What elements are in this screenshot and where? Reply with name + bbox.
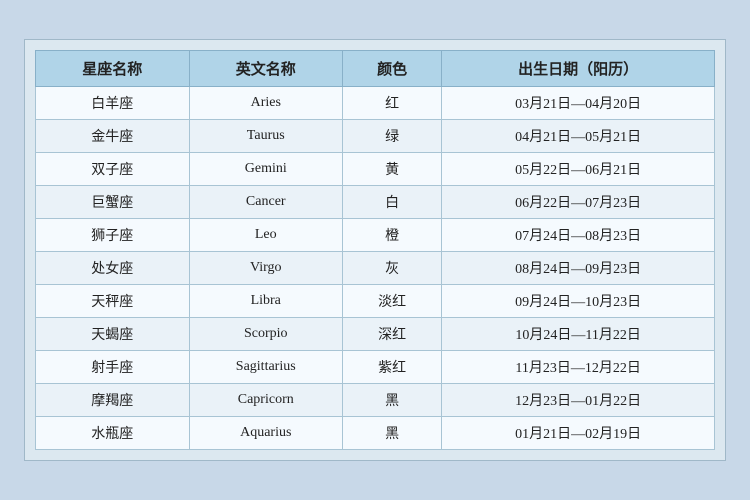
cell-chinese-name: 巨蟹座 <box>36 186 190 219</box>
cell-chinese-name: 射手座 <box>36 351 190 384</box>
table-row: 摩羯座Capricorn黑12月23日—01月22日 <box>36 384 715 417</box>
cell-dates: 10月24日—11月22日 <box>442 318 715 351</box>
cell-english-name: Virgo <box>189 252 343 285</box>
cell-dates: 06月22日—07月23日 <box>442 186 715 219</box>
table-row: 天秤座Libra淡红09月24日—10月23日 <box>36 285 715 318</box>
cell-dates: 09月24日—10月23日 <box>442 285 715 318</box>
cell-english-name: Capricorn <box>189 384 343 417</box>
cell-color: 橙 <box>343 219 442 252</box>
table-row: 射手座Sagittarius紫红11月23日—12月22日 <box>36 351 715 384</box>
cell-dates: 11月23日—12月22日 <box>442 351 715 384</box>
table-body: 白羊座Aries红03月21日—04月20日金牛座Taurus绿04月21日—0… <box>36 87 715 450</box>
cell-color: 紫红 <box>343 351 442 384</box>
cell-color: 红 <box>343 87 442 120</box>
cell-english-name: Sagittarius <box>189 351 343 384</box>
cell-color: 绿 <box>343 120 442 153</box>
cell-dates: 04月21日—05月21日 <box>442 120 715 153</box>
zodiac-table-container: 星座名称 英文名称 颜色 出生日期（阳历） 白羊座Aries红03月21日—04… <box>24 39 726 461</box>
cell-dates: 03月21日—04月20日 <box>442 87 715 120</box>
cell-english-name: Aries <box>189 87 343 120</box>
table-header-row: 星座名称 英文名称 颜色 出生日期（阳历） <box>36 51 715 87</box>
table-row: 处女座Virgo灰08月24日—09月23日 <box>36 252 715 285</box>
cell-chinese-name: 狮子座 <box>36 219 190 252</box>
cell-english-name: Taurus <box>189 120 343 153</box>
table-row: 金牛座Taurus绿04月21日—05月21日 <box>36 120 715 153</box>
cell-dates: 01月21日—02月19日 <box>442 417 715 450</box>
cell-chinese-name: 水瓶座 <box>36 417 190 450</box>
cell-english-name: Cancer <box>189 186 343 219</box>
cell-color: 白 <box>343 186 442 219</box>
table-row: 水瓶座Aquarius黑01月21日—02月19日 <box>36 417 715 450</box>
cell-english-name: Libra <box>189 285 343 318</box>
cell-chinese-name: 处女座 <box>36 252 190 285</box>
cell-dates: 08月24日—09月23日 <box>442 252 715 285</box>
table-row: 双子座Gemini黄05月22日—06月21日 <box>36 153 715 186</box>
header-chinese-name: 星座名称 <box>36 51 190 87</box>
cell-color: 灰 <box>343 252 442 285</box>
cell-color: 深红 <box>343 318 442 351</box>
table-row: 巨蟹座Cancer白06月22日—07月23日 <box>36 186 715 219</box>
cell-english-name: Scorpio <box>189 318 343 351</box>
header-color: 颜色 <box>343 51 442 87</box>
cell-dates: 12月23日—01月22日 <box>442 384 715 417</box>
table-row: 狮子座Leo橙07月24日—08月23日 <box>36 219 715 252</box>
cell-chinese-name: 摩羯座 <box>36 384 190 417</box>
cell-color: 黑 <box>343 417 442 450</box>
cell-color: 黄 <box>343 153 442 186</box>
cell-chinese-name: 白羊座 <box>36 87 190 120</box>
cell-chinese-name: 双子座 <box>36 153 190 186</box>
zodiac-table: 星座名称 英文名称 颜色 出生日期（阳历） 白羊座Aries红03月21日—04… <box>35 50 715 450</box>
cell-chinese-name: 天蝎座 <box>36 318 190 351</box>
cell-dates: 05月22日—06月21日 <box>442 153 715 186</box>
cell-english-name: Leo <box>189 219 343 252</box>
cell-english-name: Aquarius <box>189 417 343 450</box>
cell-chinese-name: 金牛座 <box>36 120 190 153</box>
header-dates: 出生日期（阳历） <box>442 51 715 87</box>
cell-chinese-name: 天秤座 <box>36 285 190 318</box>
header-english-name: 英文名称 <box>189 51 343 87</box>
cell-color: 黑 <box>343 384 442 417</box>
table-row: 白羊座Aries红03月21日—04月20日 <box>36 87 715 120</box>
table-row: 天蝎座Scorpio深红10月24日—11月22日 <box>36 318 715 351</box>
cell-dates: 07月24日—08月23日 <box>442 219 715 252</box>
cell-english-name: Gemini <box>189 153 343 186</box>
cell-color: 淡红 <box>343 285 442 318</box>
